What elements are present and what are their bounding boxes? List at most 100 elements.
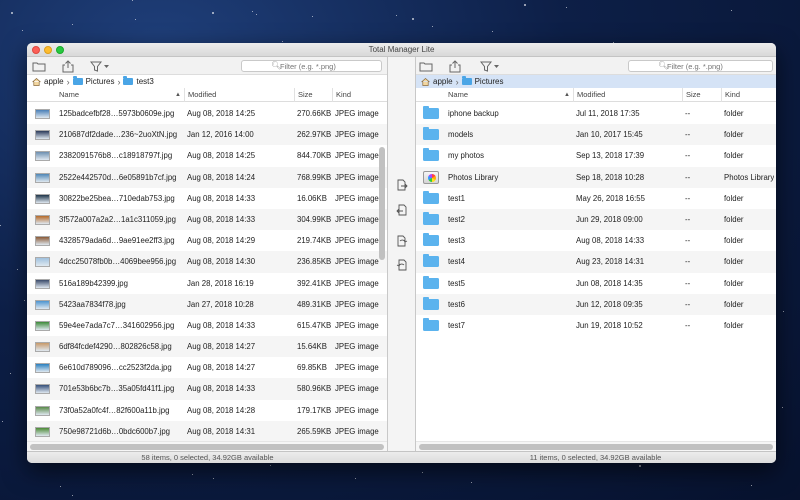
- title-bar[interactable]: Total Manager Lite: [27, 43, 776, 57]
- table-row[interactable]: iphone backup Jul 11, 2018 17:35 -- folder: [416, 103, 776, 124]
- move-right-icon[interactable]: [395, 234, 408, 247]
- share-icon[interactable]: [447, 59, 463, 73]
- breadcrumb-pictures[interactable]: Pictures: [86, 77, 115, 86]
- column-modified[interactable]: Modified: [184, 88, 294, 102]
- move-left-icon[interactable]: [395, 258, 408, 271]
- file-kind: JPEG image: [335, 299, 379, 309]
- right-filter-input[interactable]: [628, 60, 773, 72]
- table-row[interactable]: test3 Aug 08, 2018 14:33 -- folder: [416, 230, 776, 251]
- table-row[interactable]: 6df84fcdef4290…802826c58.jpg Aug 08, 2018…: [27, 336, 387, 358]
- file-size: 844.70KB: [297, 151, 332, 161]
- table-row[interactable]: 3f572a007a2a2…1a1c311059.jpg Aug 08, 2018…: [27, 208, 387, 231]
- file-kind: JPEG image: [335, 257, 379, 267]
- breadcrumb-apple[interactable]: apple: [44, 77, 64, 86]
- file-modified: Aug 08, 2018 14:28: [187, 405, 256, 415]
- filter-dropdown-icon[interactable]: [89, 59, 111, 73]
- table-row[interactable]: 6e610d789096…cc2523f2da.jpg Aug 08, 2018 …: [27, 357, 387, 378]
- table-row[interactable]: 516a189b42399.jpg Jan 28, 2018 16:19 392.4…: [27, 273, 387, 294]
- column-kind-label: Kind: [336, 90, 352, 99]
- zoom-window-button[interactable]: [56, 46, 64, 54]
- table-row[interactable]: 73f0a52a0fc4f…82f600a11b.jpg Aug 08, 2018…: [27, 400, 387, 421]
- table-row[interactable]: 701e53b6bc7b…35a05fd41f1.jpg Aug 08, 2018…: [27, 378, 387, 400]
- column-kind[interactable]: Kind: [721, 88, 776, 102]
- column-name[interactable]: Name: [56, 88, 184, 102]
- right-file-list[interactable]: iphone backup Jul 11, 2018 17:35 -- folder m…: [416, 103, 776, 441]
- star: [270, 465, 272, 467]
- file-kind: folder: [724, 109, 744, 118]
- file-modified: Jun 29, 2018 09:00: [576, 214, 643, 224]
- file-size: 262.97KB: [297, 130, 332, 140]
- table-row[interactable]: models Jan 10, 2017 15:45 -- folder: [416, 124, 776, 146]
- star: [638, 465, 641, 468]
- image-thumbnail-icon: [35, 405, 50, 416]
- share-icon[interactable]: [60, 59, 76, 73]
- table-row[interactable]: test4 Aug 23, 2018 14:31 -- folder: [416, 251, 776, 273]
- column-size[interactable]: Size: [294, 88, 332, 102]
- table-row[interactable]: 2382091576b8…c18918797f.jpg Aug 08, 2018 …: [27, 145, 387, 166]
- table-row[interactable]: 5423aa7834f78.jpg Jan 27, 2018 10:28 489.3…: [27, 293, 387, 315]
- table-row[interactable]: 125badcefbf28…5973b0609e.jpg Aug 08, 2018…: [27, 103, 387, 124]
- breadcrumb-apple[interactable]: apple: [433, 77, 453, 86]
- column-name[interactable]: Name: [445, 88, 573, 102]
- file-size: 219.74KB: [297, 236, 332, 246]
- file-kind: JPEG image: [335, 172, 379, 182]
- filter-dropdown-icon[interactable]: [479, 59, 501, 73]
- file-modified: Aug 08, 2018 14:33: [576, 236, 645, 246]
- left-horizontal-scrollbar[interactable]: [27, 441, 387, 451]
- new-folder-icon[interactable]: [31, 59, 47, 73]
- folder-icon: [423, 254, 439, 268]
- column-modified[interactable]: Modified: [573, 88, 682, 102]
- table-row[interactable]: test6 Jun 12, 2018 09:35 -- folder: [416, 293, 776, 315]
- file-name: 5423aa7834f78.jpg: [59, 299, 126, 309]
- file-name: 4328579ada6d…9ae91ee2ff3.jpg: [59, 236, 175, 246]
- star: [751, 484, 753, 486]
- left-vertical-scrollbar[interactable]: [379, 147, 385, 260]
- table-row[interactable]: 4328579ada6d…9ae91ee2ff3.jpg Aug 08, 2018…: [27, 230, 387, 251]
- file-size: --: [685, 278, 691, 288]
- new-folder-icon[interactable]: [418, 59, 434, 73]
- file-size: --: [685, 109, 691, 118]
- file-modified: Aug 08, 2018 14:27: [187, 342, 256, 352]
- table-row[interactable]: test5 Jun 08, 2018 14:35 -- folder: [416, 273, 776, 294]
- file-size: 16.06KB: [297, 193, 327, 203]
- table-row[interactable]: test1 May 26, 2018 16:55 -- folder: [416, 188, 776, 209]
- left-filter-input[interactable]: [241, 60, 382, 72]
- left-file-list[interactable]: 125badcefbf28…5973b0609e.jpg Aug 08, 2018…: [27, 103, 387, 441]
- file-kind: JPEG image: [335, 193, 379, 203]
- breadcrumb-test3[interactable]: test3: [136, 77, 153, 86]
- table-row[interactable]: 30822be25bea…710edab753.jpg Aug 08, 2018 …: [27, 188, 387, 209]
- table-row[interactable]: test2 Jun 29, 2018 09:00 -- folder: [416, 208, 776, 231]
- file-name: test6: [448, 299, 465, 309]
- file-modified: Jun 19, 2018 10:52: [576, 320, 643, 330]
- file-modified: Aug 08, 2018 14:33: [187, 193, 256, 203]
- right-toolbar: 🔍︎: [416, 57, 776, 75]
- table-row[interactable]: 210687df2dade…236~2uoXtN.jpg Jan 12, 2016…: [27, 124, 387, 146]
- right-horizontal-scrollbar[interactable]: [416, 441, 776, 451]
- file-name: test5: [448, 278, 465, 288]
- copy-left-icon[interactable]: [395, 203, 408, 216]
- file-size: 15.64KB: [297, 342, 327, 352]
- star: [411, 17, 414, 20]
- copy-right-icon[interactable]: [395, 178, 408, 191]
- table-row[interactable]: my photos Sep 13, 2018 17:39 -- folder: [416, 145, 776, 166]
- close-window-button[interactable]: [32, 46, 40, 54]
- table-row[interactable]: test7 Jun 19, 2018 10:52 -- folder: [416, 315, 776, 336]
- file-modified: Aug 08, 2018 14:33: [187, 214, 256, 224]
- star: [492, 31, 494, 33]
- star: [781, 407, 783, 409]
- table-row[interactable]: 750e98721d6b…0bdc600b7.jpg Aug 08, 2018 1…: [27, 420, 387, 441]
- star: [422, 471, 424, 473]
- file-size: 615.47KB: [297, 320, 332, 330]
- file-modified: Jan 28, 2018 16:19: [187, 278, 254, 288]
- file-modified: Sep 18, 2018 10:28: [576, 172, 645, 182]
- column-size[interactable]: Size: [682, 88, 721, 102]
- table-row[interactable]: 4dcc25078fb0b…4069bee956.jpg Aug 08, 2018…: [27, 251, 387, 273]
- star: [523, 3, 526, 6]
- column-kind[interactable]: Kind: [332, 88, 387, 102]
- file-name: 516a189b42399.jpg: [59, 278, 128, 288]
- table-row[interactable]: Photos Library Sep 18, 2018 10:28 -- Photos…: [416, 166, 776, 188]
- table-row[interactable]: 59e4ee7ada7c7…341602956.jpg Aug 08, 2018 …: [27, 315, 387, 336]
- minimize-window-button[interactable]: [44, 46, 52, 54]
- breadcrumb-pictures[interactable]: Pictures: [475, 77, 504, 86]
- table-row[interactable]: 2522e442570d…6e05891b7cf.jpg Aug 08, 2018…: [27, 166, 387, 188]
